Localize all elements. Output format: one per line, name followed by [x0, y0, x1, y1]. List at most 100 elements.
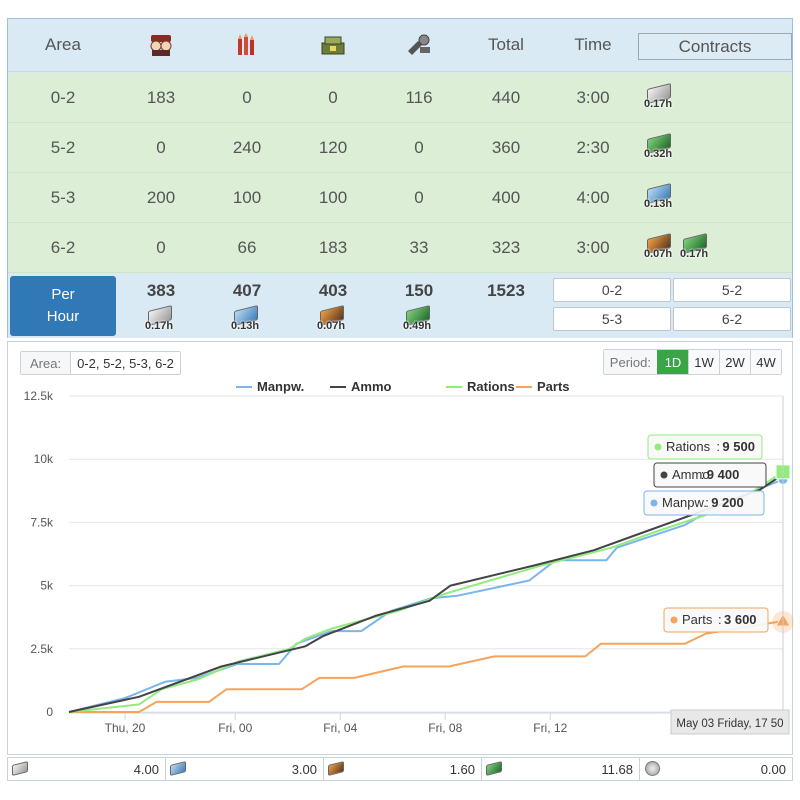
- per-hour-rations: 403: [318, 281, 348, 300]
- rations-icon[interactable]: [290, 19, 376, 71]
- contract-time-label: 0.07h: [644, 247, 673, 260]
- contract-total-value: 3.00: [291, 762, 317, 777]
- row-manpower: 0: [156, 237, 166, 257]
- table-row[interactable]: 0-2 183 0 0 116 440 3:00 0.17h: [8, 73, 792, 123]
- parts-icon[interactable]: [376, 19, 462, 71]
- area-chip[interactable]: 0-2: [553, 278, 671, 302]
- table-row[interactable]: 6-2 0 66 183 33 323 3:00 0.07h 0.17h: [8, 223, 792, 273]
- tooltip-value: 9 200: [711, 495, 744, 510]
- per-hour-label-line2: Hour: [46, 308, 80, 325]
- contract-totals-bar: 4.00 3.00 1.60 11.68 0.00: [7, 757, 793, 781]
- per-hour-contract: 0.17h: [118, 305, 204, 332]
- per-hour-contract: 0.49h: [376, 305, 462, 332]
- legend-item: Rations: [467, 379, 515, 394]
- per-hour-parts: 150: [404, 281, 434, 300]
- tooltip-colon: :: [718, 612, 722, 627]
- row-parts: 0: [414, 187, 424, 207]
- tooltip-dot: [660, 471, 668, 479]
- contract-total: 1.60: [324, 758, 482, 780]
- tooltip-colon: :: [716, 439, 720, 454]
- contracts-button[interactable]: Contracts: [638, 33, 792, 60]
- equipment-contract-icon: [328, 761, 346, 777]
- row-area: 5-2: [50, 137, 76, 157]
- quick-repair-icon: 0.32h: [644, 132, 676, 160]
- table-row[interactable]: 5-2 0 240 120 0 360 2:30 0.32h: [8, 123, 792, 173]
- y-tick-label: 5k: [40, 579, 54, 593]
- legend-item: Manpw.: [257, 379, 304, 394]
- row-manpower: 200: [146, 187, 176, 207]
- equipment-contract-icon: 0.07h: [317, 305, 349, 332]
- row-rations: 120: [318, 137, 348, 157]
- y-tick-label: 10k: [34, 452, 54, 466]
- per-hour-button[interactable]: Per Hour: [10, 276, 116, 336]
- row-total: 440: [491, 87, 521, 107]
- row-total: 323: [491, 237, 521, 257]
- x-tick-label: Fri, 04: [323, 721, 357, 735]
- contract-total: 11.68: [482, 758, 640, 780]
- quick-production-icon: [170, 761, 188, 777]
- tooltip-colon: :: [705, 495, 709, 510]
- header-total[interactable]: Total: [462, 19, 550, 71]
- row-area: 6-2: [50, 237, 76, 257]
- contract-total: 4.00: [8, 758, 166, 780]
- row-time: 4:00: [576, 187, 610, 207]
- quick-production-icon: 0.13h: [644, 182, 676, 210]
- per-hour-manpower: 383: [146, 281, 176, 300]
- row-ammo: 240: [232, 137, 262, 157]
- row-area: 0-2: [50, 87, 76, 107]
- contract-total-value: 11.68: [601, 762, 633, 777]
- quick-repair-icon: [486, 761, 504, 777]
- header-area[interactable]: Area: [8, 19, 118, 71]
- area-chip[interactable]: 5-2: [673, 278, 791, 302]
- row-manpower: 183: [146, 87, 176, 107]
- table-row[interactable]: 5-3 200 100 100 0 400 4:00 0.13h: [8, 173, 792, 223]
- row-total: 400: [491, 187, 521, 207]
- x-tick-label: Fri, 08: [428, 721, 462, 735]
- ammo-icon[interactable]: [204, 19, 290, 71]
- row-rations: 100: [318, 187, 348, 207]
- row-parts: 116: [405, 87, 433, 107]
- tooltip-series-name: Parts: [682, 612, 713, 627]
- row-ammo: 66: [237, 237, 257, 257]
- per-hour-total: 1523: [487, 281, 525, 300]
- contract-time-label: 0.13h: [231, 320, 260, 332]
- row-ammo: 0: [242, 87, 252, 107]
- area-chip[interactable]: 6-2: [673, 307, 791, 331]
- tooltip-series-name: Rations: [666, 439, 711, 454]
- row-total: 360: [491, 137, 521, 157]
- x-tick-label: Fri, 12: [533, 721, 567, 735]
- row-rations: 183: [318, 237, 348, 257]
- logistics-table: Area Total Time Contracts 0-2 183 0 0 116 440…: [7, 18, 793, 338]
- row-contracts: 0.17h: [636, 73, 792, 122]
- per-hour-ammo: 407: [232, 281, 262, 300]
- row-contracts: 0.07h 0.17h: [636, 223, 792, 272]
- legend-item: Parts: [537, 379, 570, 394]
- x-tick-label: Fri, 00: [218, 721, 252, 735]
- chart-panel: Area: 0-2, 5-2, 5-3, 6-2 Period: 1D 1W 2…: [7, 341, 794, 756]
- tooltip-dot: [650, 499, 658, 507]
- header-time[interactable]: Time: [550, 19, 636, 71]
- row-parts: 0: [414, 137, 424, 157]
- equipment-contract-icon: 0.07h: [644, 232, 676, 260]
- tooltip-colon: :: [701, 467, 705, 482]
- x-tick-label: Thu, 20: [105, 721, 146, 735]
- contract-time-label: 0.17h: [145, 320, 174, 332]
- contract-total: 3.00: [166, 758, 324, 780]
- row-rations: 0: [328, 87, 338, 107]
- row-time: 3:00: [576, 87, 610, 107]
- tooltip-dot: [670, 616, 678, 624]
- contract-time-label: 0.17h: [644, 97, 673, 110]
- resource-line-chart[interactable]: 0 2.5k 5k 7.5k 10k 12.5k Thu, 20 Fri, 00 Fri, 04…: [8, 342, 794, 756]
- quick-repair-icon: 0.17h: [680, 232, 712, 260]
- table-header: Area Total Time Contracts: [8, 19, 792, 72]
- row-area: 5-3: [50, 187, 76, 207]
- per-hour-row: Per Hour 383 407 403 150 1523 0.17h 0.13h 0…: [8, 274, 792, 338]
- y-tick-label: 7.5k: [30, 515, 54, 529]
- series-line: [69, 620, 784, 713]
- manpower-icon[interactable]: [118, 19, 204, 71]
- y-tick-label: 0: [46, 705, 53, 719]
- area-chip[interactable]: 5-3: [553, 307, 671, 331]
- tooltip-value: 9 400: [707, 467, 740, 482]
- row-contracts: 0.32h: [636, 123, 792, 172]
- quick-production-icon: 0.13h: [231, 305, 263, 332]
